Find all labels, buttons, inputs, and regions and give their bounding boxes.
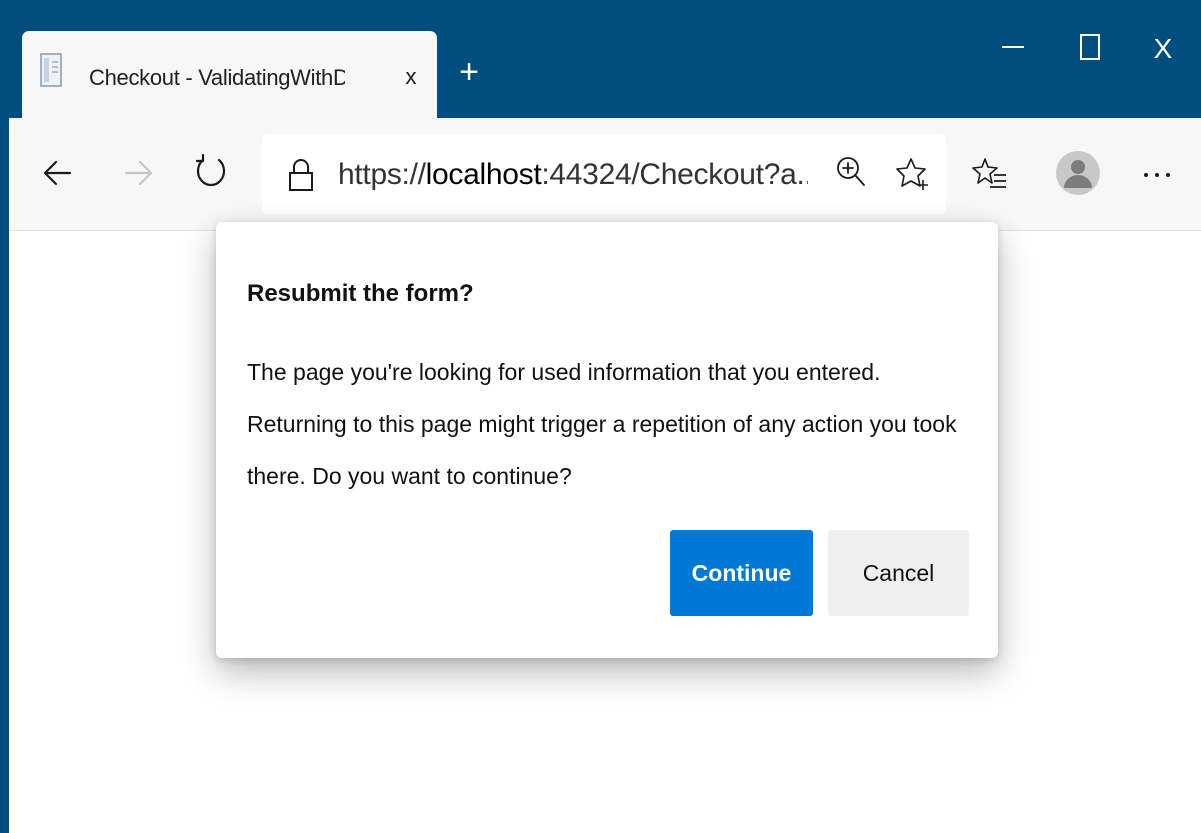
title-bar: Checkout - ValidatingWithDataA x + X: [0, 0, 1201, 118]
cancel-button[interactable]: Cancel: [828, 530, 969, 616]
url-host: localhost: [425, 158, 542, 191]
resubmit-dialog: Resubmit the form? The page you're looki…: [216, 222, 998, 658]
close-window-button[interactable]: X: [1140, 22, 1186, 76]
url-scheme: https://: [338, 158, 426, 191]
avatar[interactable]: [1055, 150, 1101, 196]
tab-close-icon[interactable]: x: [398, 59, 424, 95]
document-icon: [40, 53, 62, 87]
minimize-button[interactable]: [990, 22, 1036, 76]
dialog-title: Resubmit the form?: [247, 280, 474, 307]
maximize-button[interactable]: [1068, 22, 1114, 76]
new-tab-button[interactable]: +: [451, 52, 487, 92]
add-favorite-icon[interactable]: [896, 156, 930, 192]
forward-arrow-icon[interactable]: [120, 155, 156, 191]
tab-title: Checkout - ValidatingWithDataA: [89, 65, 345, 90]
address-bar[interactable]: https://localhost:44324/Checkout?a...: [262, 134, 946, 214]
tab-checkout[interactable]: Checkout - ValidatingWithDataA x: [22, 31, 437, 118]
favorites-icon[interactable]: [972, 155, 1010, 193]
back-arrow-icon[interactable]: [40, 155, 76, 191]
dialog-message: The page you're looking for used informa…: [247, 359, 957, 489]
continue-button[interactable]: Continue: [670, 530, 813, 616]
refresh-icon[interactable]: [193, 152, 229, 192]
more-icon[interactable]: [1140, 160, 1174, 186]
url-text[interactable]: https://localhost:44324/Checkout?a...: [338, 157, 808, 193]
url-path: :44324/Checkout?a...: [541, 158, 808, 191]
window-left-border: [0, 0, 9, 833]
lock-icon[interactable]: [286, 157, 316, 193]
zoom-in-icon[interactable]: [834, 154, 868, 190]
